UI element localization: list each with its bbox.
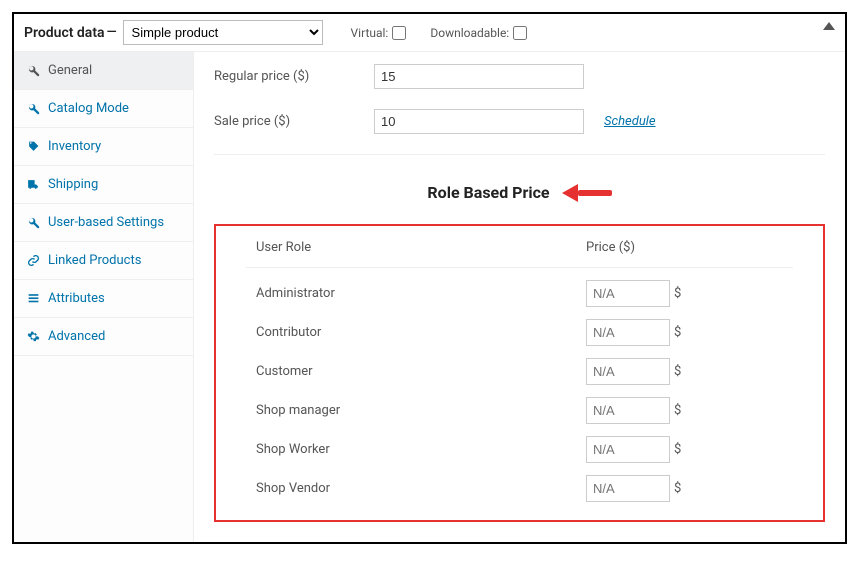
wrench-icon: [26, 216, 40, 229]
currency-symbol: $: [674, 481, 681, 496]
downloadable-checkbox[interactable]: [513, 26, 527, 40]
role-name: Customer: [246, 364, 586, 379]
link-icon: [26, 254, 40, 267]
role-row: Shop manager $: [246, 385, 793, 424]
col-price: Price ($): [586, 240, 793, 255]
checkbox-group: Virtual: Downloadable:: [351, 26, 528, 40]
wrench-icon: [26, 64, 40, 77]
panel-body: General Catalog Mode Inventory Shipping User…: [14, 52, 845, 542]
currency-symbol: $: [674, 403, 681, 418]
sidebar-tab-user-based-settings[interactable]: User-based Settings: [14, 204, 193, 242]
sidebar-tab-linked-products[interactable]: Linked Products: [14, 242, 193, 280]
role-row: Customer $: [246, 346, 793, 385]
sidebar-tab-advanced[interactable]: Advanced: [14, 318, 193, 356]
role-price-box: User Role Price ($) Administrator$Contri…: [214, 224, 825, 522]
sidebar-tab-label: General: [48, 63, 92, 78]
divider: [214, 154, 825, 155]
sidebar-tab-attributes[interactable]: Attributes: [14, 280, 193, 318]
role-row: Shop Worker $: [246, 424, 793, 463]
role-price-input[interactable]: [586, 319, 670, 346]
role-name: Administrator: [246, 286, 586, 301]
truck-icon: [26, 178, 40, 191]
sale-price-row: Sale price ($) Schedule: [214, 109, 825, 134]
currency-symbol: $: [674, 364, 681, 379]
role-name: Contributor: [246, 325, 586, 340]
sidebar-tab-label: Shipping: [48, 177, 98, 192]
sidebar-tab-label: Inventory: [48, 139, 101, 154]
schedule-link[interactable]: Schedule: [604, 114, 656, 129]
role-name: Shop Worker: [246, 442, 586, 457]
tag-icon: [26, 140, 40, 153]
virtual-label: Virtual:: [351, 26, 389, 40]
sidebar-tab-label: User-based Settings: [48, 215, 164, 230]
wrench-icon: [26, 102, 40, 115]
downloadable-label: Downloadable:: [430, 26, 509, 40]
role-name: Shop manager: [246, 403, 586, 418]
panel-header: Product data — Simple product Virtual: D…: [14, 14, 845, 52]
sidebar-tab-catalog-mode[interactable]: Catalog Mode: [14, 90, 193, 128]
role-based-price-title: Role Based Price: [427, 183, 549, 202]
role-name: Shop Vendor: [246, 481, 586, 496]
regular-price-label: Regular price ($): [214, 69, 374, 84]
role-row: Contributor $: [246, 307, 793, 346]
product-data-panel: Product data — Simple product Virtual: D…: [12, 12, 847, 544]
role-price-input[interactable]: [586, 436, 670, 463]
gear-icon: [26, 330, 40, 343]
product-type-select[interactable]: Simple product: [123, 20, 323, 45]
sidebar-tab-label: Catalog Mode: [48, 101, 129, 116]
sidebar-tab-inventory[interactable]: Inventory: [14, 128, 193, 166]
col-user-role: User Role: [246, 240, 586, 255]
sidebar-tab-label: Attributes: [48, 291, 105, 306]
currency-symbol: $: [674, 442, 681, 457]
role-based-price-header: Role Based Price: [214, 183, 825, 202]
sale-price-input[interactable]: [374, 109, 584, 134]
sale-price-label: Sale price ($): [214, 114, 374, 129]
role-row: Shop Vendor $: [246, 463, 793, 502]
currency-symbol: $: [674, 325, 681, 340]
currency-symbol: $: [674, 286, 681, 301]
virtual-checkbox-wrap[interactable]: Virtual:: [351, 26, 407, 40]
sidebar-tab-general[interactable]: General: [14, 52, 193, 90]
downloadable-checkbox-wrap[interactable]: Downloadable:: [430, 26, 527, 40]
role-price-input[interactable]: [586, 280, 670, 307]
sidebar-tab-shipping[interactable]: Shipping: [14, 166, 193, 204]
role-price-input[interactable]: [586, 475, 670, 502]
sidebar-tab-label: Linked Products: [48, 253, 141, 268]
list-icon: [26, 292, 40, 305]
arrow-left-icon: [562, 185, 612, 201]
role-price-input[interactable]: [586, 397, 670, 424]
collapse-toggle-icon[interactable]: [823, 22, 835, 30]
regular-price-input[interactable]: [374, 64, 584, 89]
sidebar: General Catalog Mode Inventory Shipping User…: [14, 52, 194, 542]
role-row: Administrator $: [246, 268, 793, 307]
virtual-checkbox[interactable]: [392, 26, 406, 40]
regular-price-row: Regular price ($): [214, 64, 825, 89]
content-area: Regular price ($) Sale price ($) Schedul…: [194, 52, 845, 542]
title-dash: —: [107, 25, 117, 40]
role-table-header: User Role Price ($): [246, 234, 793, 268]
sidebar-tab-label: Advanced: [48, 329, 105, 344]
panel-title: Product data: [24, 25, 105, 41]
role-price-input[interactable]: [586, 358, 670, 385]
